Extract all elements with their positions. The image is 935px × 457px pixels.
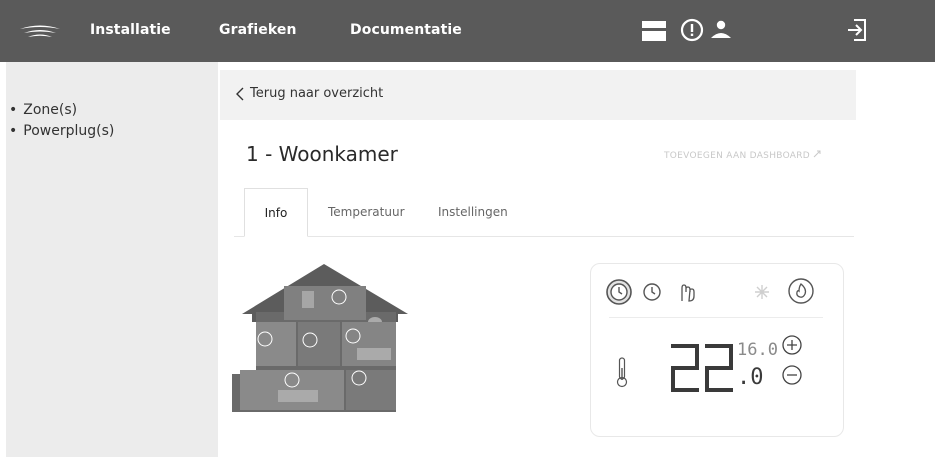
sidebar: Zone(s) Powerplug(s) — [6, 62, 218, 457]
page-title: 1 - Woonkamer — [246, 142, 398, 166]
chevron-left-icon — [236, 87, 244, 100]
tab-info[interactable]: Info — [244, 188, 308, 237]
house-illustration — [232, 264, 408, 412]
logout-icon[interactable] — [846, 18, 868, 42]
back-label: Terug naar overzicht — [250, 86, 384, 101]
current-temperature-decimal: .0 — [737, 365, 764, 390]
tab-instellingen[interactable]: Instellingen — [438, 188, 508, 237]
setpoint-temperature: 16.0 — [737, 340, 778, 360]
thermostat-divider — [609, 317, 823, 318]
timer-icon[interactable] — [641, 281, 663, 303]
pin-icon — [813, 150, 821, 158]
back-to-overview-link[interactable]: Terug naar overzicht — [236, 86, 383, 101]
increase-temperature-button[interactable] — [781, 334, 803, 356]
thermometer-icon — [616, 357, 628, 388]
user-icon[interactable] — [710, 20, 732, 40]
heating-flame-icon[interactable] — [787, 277, 815, 305]
add-to-dashboard-link[interactable]: TOEVOEGEN AAN DASHBOARD — [664, 150, 821, 161]
sidebar-item-powerplugs[interactable]: Powerplug(s) — [6, 121, 114, 142]
tab-temperatuur[interactable]: Temperatuur — [328, 188, 405, 237]
decrease-temperature-button[interactable] — [781, 364, 803, 386]
back-bar: Terug naar overzicht — [220, 70, 856, 120]
brand-logo-icon[interactable] — [18, 20, 62, 42]
cooling-icon[interactable] — [753, 283, 771, 301]
top-navigation-bar: Installatie Grafieken Documentatie — [0, 0, 935, 62]
display-toggle-icon[interactable] — [641, 18, 667, 44]
schedule-mode-icon[interactable] — [605, 278, 633, 306]
alert-icon[interactable] — [680, 18, 704, 42]
sidebar-list: Zone(s) Powerplug(s) — [6, 100, 114, 142]
manual-mode-icon[interactable] — [675, 280, 697, 304]
sidebar-item-zones[interactable]: Zone(s) — [6, 100, 114, 121]
nav-grafieken[interactable]: Grafieken — [219, 22, 297, 38]
nav-installatie[interactable]: Installatie — [90, 22, 171, 38]
thermostat-card: 22 .0 16.0 — [590, 263, 844, 437]
add-to-dashboard-label: TOEVOEGEN AAN DASHBOARD — [664, 151, 811, 161]
current-temperature-digits — [671, 344, 733, 392]
tab-bar: Info Temperatuur Instellingen — [234, 188, 854, 237]
nav-documentatie[interactable]: Documentatie — [350, 22, 462, 38]
